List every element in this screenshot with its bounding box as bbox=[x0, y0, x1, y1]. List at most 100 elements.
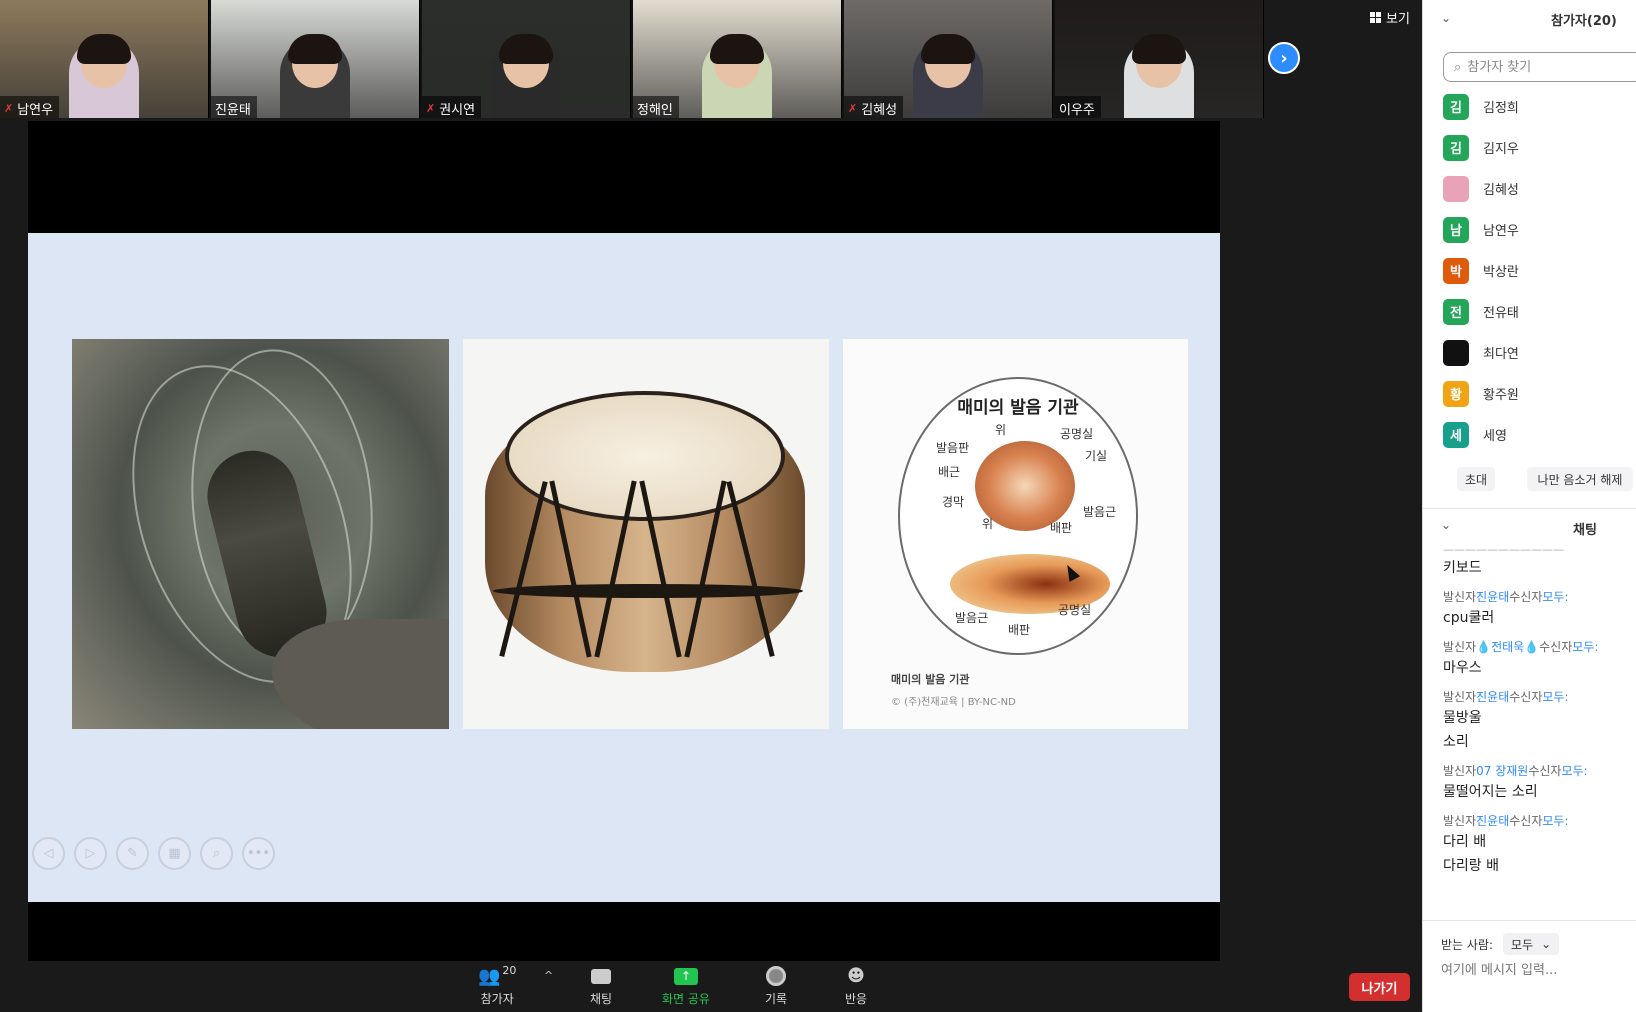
video-tile[interactable]: 정해인 bbox=[633, 0, 842, 118]
chat-message-text: 마우스 bbox=[1443, 660, 1482, 676]
chat-sender[interactable]: 진윤태 bbox=[1476, 590, 1509, 604]
more-icon: ••• bbox=[246, 846, 270, 861]
video-name-tag: 이우주 bbox=[1055, 96, 1101, 118]
avatar: 세 bbox=[1443, 421, 1469, 448]
participant-row[interactable]: 박 박상란 bbox=[1423, 250, 1636, 291]
chat-sender[interactable]: 진윤태 bbox=[1476, 690, 1509, 704]
meta-to: 수신자 bbox=[1509, 814, 1543, 828]
participant-name: 황주원 bbox=[1483, 388, 1519, 403]
record-button[interactable]: 기록 bbox=[765, 965, 787, 1007]
chat-composer: 받는 사람: 모두 ⌄ bbox=[1423, 920, 1636, 1012]
unmute-me-button[interactable]: 나만 음소거 해제 bbox=[1527, 467, 1633, 491]
participants-panel-title: 참가자(20) bbox=[1551, 13, 1617, 29]
cicada-sound-organ-diagram: 매미의 발음 기관 위 공명실 발음판 기실 배근 경막 발음근 배판 위 발음… bbox=[843, 339, 1188, 729]
video-tile[interactable]: ✗ 김혜성 bbox=[844, 0, 1053, 118]
side-panel: ⌄ 참가자(20) ⌕ 김김정희김김지우김혜성남남연우박박상란전전유태최다연황황… bbox=[1422, 0, 1636, 1012]
participant-row[interactable]: 김 김정희 bbox=[1423, 86, 1636, 127]
pen-button[interactable]: ✎ bbox=[116, 837, 149, 870]
participant-figure bbox=[702, 34, 772, 118]
recipient-select[interactable]: 모두 ⌄ bbox=[1503, 933, 1560, 955]
pen-icon: ✎ bbox=[127, 846, 138, 861]
chat-message-text: 물방울 bbox=[1443, 710, 1482, 726]
participants-icon: 👥 bbox=[478, 965, 501, 987]
participant-row[interactable]: 최다연 bbox=[1423, 332, 1636, 373]
participants-panel-header: ⌄ 참가자(20) bbox=[1423, 0, 1636, 38]
chat-panel-header: ⌄ 채팅 bbox=[1423, 508, 1636, 544]
previous-slide-button[interactable]: ◁ bbox=[32, 837, 65, 870]
chat-icon bbox=[591, 968, 612, 984]
participant-figure bbox=[69, 34, 139, 118]
video-name-tag: ✗ 남연우 bbox=[0, 96, 60, 118]
next-slide-button[interactable]: ▷ bbox=[74, 837, 107, 870]
chat-message-text: cpu쿨러 bbox=[1443, 610, 1495, 626]
avatar bbox=[1443, 339, 1469, 366]
video-name-tag: 진윤태 bbox=[211, 96, 257, 118]
meta-from: 발신자 bbox=[1443, 764, 1477, 778]
chat-sender[interactable]: 진윤태 bbox=[1476, 814, 1509, 828]
slides-icon: ▦ bbox=[168, 846, 181, 861]
meta-to: 수신자 bbox=[1528, 764, 1562, 778]
diagram-label: 공명실 bbox=[1060, 427, 1094, 441]
next-icon: ▷ bbox=[85, 846, 96, 861]
participant-name: 김혜성 bbox=[1483, 183, 1519, 198]
next-video-page-button[interactable]: › bbox=[1268, 42, 1300, 74]
recipient-label: 받는 사람: bbox=[1441, 937, 1494, 952]
participants-options-chevron[interactable]: ^ bbox=[544, 969, 553, 982]
participant-row[interactable]: 황 황주원 bbox=[1423, 373, 1636, 414]
chat-recipient: 모두: bbox=[1572, 640, 1599, 654]
chat-button[interactable]: 채팅 bbox=[590, 965, 612, 1007]
diagram-oval: 매미의 발음 기관 위 공명실 발음판 기실 배근 경막 발음근 배판 위 발음… bbox=[898, 377, 1138, 655]
participant-row[interactable]: 전 전유태 bbox=[1423, 291, 1636, 332]
participant-search: ⌕ bbox=[1443, 52, 1636, 82]
participant-row[interactable]: 김 김지우 bbox=[1423, 127, 1636, 168]
slides-button[interactable]: ▦ bbox=[158, 837, 191, 870]
participant-row[interactable]: 세 세영 bbox=[1423, 414, 1636, 455]
share-screen-button[interactable]: ↑ 화면 공유 bbox=[662, 965, 710, 1007]
meta-to: 수신자 bbox=[1509, 690, 1543, 704]
participant-name: 김정희 bbox=[1483, 101, 1519, 116]
diagram-label: 배판 bbox=[1050, 521, 1073, 535]
chevron-up-icon: ^ bbox=[544, 969, 554, 982]
zoom-button[interactable]: ⌕ bbox=[200, 837, 233, 870]
chevron-down-icon: ⌄ bbox=[1441, 518, 1452, 532]
diagram-label: 위 bbox=[995, 423, 1007, 437]
video-tile[interactable]: ✗ 권시연 bbox=[422, 0, 631, 118]
participant-figure bbox=[491, 34, 561, 118]
video-name-tag: ✗ 김혜성 bbox=[844, 96, 904, 118]
chat-recipient: 모두: bbox=[1542, 590, 1569, 604]
collapse-participants-button[interactable]: ⌄ bbox=[1441, 11, 1451, 25]
view-button[interactable]: 보기 bbox=[1364, 6, 1416, 28]
recipient-row: 받는 사람: 모두 ⌄ bbox=[1441, 933, 1560, 955]
participant-row[interactable]: 김혜성 bbox=[1423, 168, 1636, 209]
chat-message-text: 다리랑 배 bbox=[1443, 858, 1499, 874]
chat-messages: ——————————— 키보드 발신자진윤태수신자모두: cpu쿨러 발신자💧전태욱💧… bbox=[1443, 548, 1633, 913]
collapse-chat-button[interactable]: ⌄ bbox=[1441, 518, 1451, 532]
video-tile[interactable]: ✗ 남연우 bbox=[0, 0, 209, 118]
participants-count: 20 bbox=[502, 963, 517, 977]
diagram-title: 매미의 발음 기관 bbox=[957, 398, 1079, 418]
chat-message-input[interactable] bbox=[1441, 963, 1626, 978]
avatar: 박 bbox=[1443, 257, 1469, 284]
diagram-caption: 매미의 발음 기관 bbox=[891, 673, 970, 686]
avatar bbox=[1443, 175, 1469, 202]
video-tile[interactable]: 진윤태 bbox=[211, 0, 420, 118]
participant-search-input[interactable] bbox=[1467, 59, 1618, 75]
record-icon bbox=[766, 966, 787, 986]
more-button[interactable]: ••• bbox=[242, 837, 275, 870]
search-icon: ⌕ bbox=[1454, 59, 1462, 75]
chat-label: 채팅 bbox=[590, 992, 613, 1006]
reactions-button[interactable]: ☻ 반응 bbox=[845, 965, 867, 1007]
previous-icon: ◁ bbox=[43, 846, 54, 861]
share-screen-icon: ↑ bbox=[673, 967, 698, 985]
participant-row[interactable]: 남 남연우 bbox=[1423, 209, 1636, 250]
participants-button[interactable]: 👥 20 참가자 bbox=[478, 963, 517, 1007]
recipient-value: 모두 bbox=[1511, 937, 1534, 952]
record-label: 기록 bbox=[765, 992, 788, 1006]
leave-meeting-button[interactable]: 나가기 bbox=[1349, 973, 1410, 1001]
invite-button[interactable]: 초대 bbox=[1457, 467, 1495, 491]
presentation-slide: 매미의 발음 기관 위 공명실 발음판 기실 배근 경막 발음근 배판 위 발음… bbox=[28, 233, 1220, 902]
chevron-right-icon: › bbox=[1280, 47, 1288, 69]
video-tile[interactable]: 이우주 bbox=[1055, 0, 1264, 118]
chat-sender[interactable]: 💧전태욱💧 bbox=[1476, 640, 1539, 654]
chat-sender[interactable]: 07 장재원 bbox=[1476, 764, 1528, 778]
